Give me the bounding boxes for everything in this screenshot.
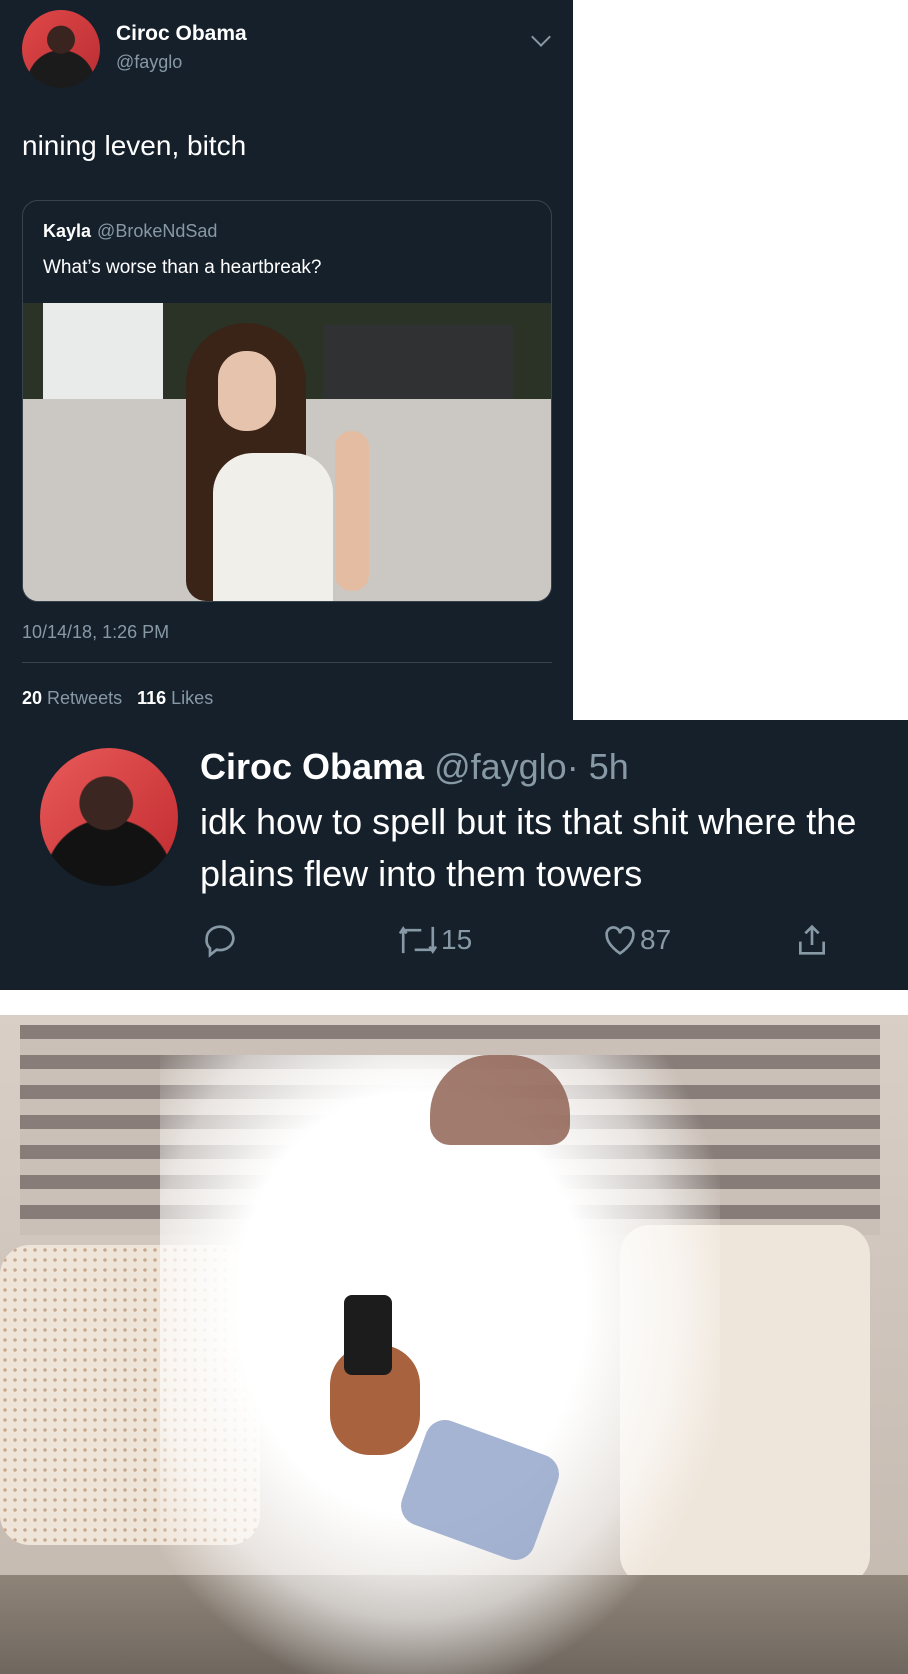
photo-person-arm [335, 431, 369, 591]
share-icon [799, 924, 825, 955]
quoted-author: Kayla @BrokeNdSad [43, 221, 217, 242]
reply-header: Ciroc Obama @fayglo· 5h [200, 746, 629, 788]
retweet-icon [398, 926, 438, 954]
photo-phone [344, 1295, 392, 1375]
chevron-down-icon[interactable] [531, 27, 551, 47]
avatar[interactable] [22, 10, 100, 88]
photo-sign [323, 325, 513, 403]
retweet-button[interactable]: 15 [395, 920, 472, 960]
reply-button[interactable] [200, 920, 240, 960]
retweets-count[interactable]: 20 [22, 688, 42, 708]
meme-photo [0, 1015, 908, 1674]
photo-person-hair [430, 1055, 570, 1145]
author-handle[interactable]: @fayglo [116, 52, 182, 73]
quoted-tweet[interactable]: Kayla @BrokeNdSad What’s worse than a hea… [22, 200, 552, 602]
avatar[interactable] [40, 748, 178, 886]
author-name[interactable]: Ciroc Obama [116, 22, 247, 46]
like-button[interactable]: 87 [600, 920, 671, 960]
likes-count[interactable]: 116 [137, 688, 166, 708]
share-button[interactable] [792, 920, 832, 960]
reply-icon [205, 925, 235, 958]
engagement-stats: 20 Retweets 116 Likes [22, 688, 213, 709]
photo-window [43, 303, 163, 403]
divider [22, 662, 552, 663]
likes-label[interactable]: Likes [171, 688, 213, 708]
tweet-text: nining leven, bitch [22, 130, 247, 161]
tweet-card: Ciroc Obama @fayglo nining leven, bitch … [0, 0, 573, 720]
tweet-age: · 5h [566, 746, 629, 787]
retweet-count: 15 [441, 924, 473, 955]
like-count: 87 [640, 924, 672, 955]
reply-tweet: Ciroc Obama @fayglo· 5h idk how to spell… [0, 720, 908, 990]
author-handle[interactable]: @fayglo [434, 746, 567, 787]
quoted-author-name: Kayla [43, 221, 92, 241]
quoted-photo[interactable] [23, 303, 551, 601]
photo-person-face [218, 351, 276, 431]
photo-glow [160, 1055, 720, 1674]
quoted-text: What’s worse than a heartbreak? [43, 257, 322, 278]
author-name[interactable]: Ciroc Obama [200, 746, 424, 787]
heart-icon [605, 926, 635, 955]
quoted-author-handle: @BrokeNdSad [97, 221, 218, 241]
photo-person-top [213, 453, 333, 601]
timestamp[interactable]: 10/14/18, 1:26 PM [22, 622, 169, 643]
retweets-label[interactable]: Retweets [47, 688, 122, 708]
tweet-text: idk how to spell but its that shit where… [200, 801, 857, 894]
